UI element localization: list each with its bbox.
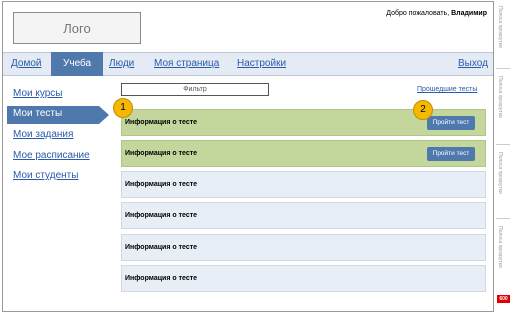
logo-text: Лого: [63, 20, 91, 36]
test-row[interactable]: Информация о тесте: [121, 202, 486, 229]
welcome-message: Добро пожаловать, Владимир: [386, 10, 487, 17]
scrollbar-label: Полоса прокрутки: [497, 76, 503, 118]
username: Владимир: [451, 10, 487, 17]
nav-item-people[interactable]: Люди: [109, 53, 134, 75]
test-row[interactable]: Информация о тесте: [121, 234, 486, 261]
annotation-badge-1: 1: [113, 98, 133, 118]
logout-link[interactable]: Выход: [458, 53, 488, 75]
top-nav: Домой Учеба Люди Моя страница Настройки …: [3, 52, 493, 76]
past-tests-link[interactable]: Прошедшие тесты: [417, 86, 477, 93]
sidebar-active-arrow: [99, 106, 109, 124]
sidebar-item-my-schedule[interactable]: Мое расписание: [13, 150, 90, 161]
take-test-button[interactable]: Пройти тест: [427, 147, 475, 161]
sidebar-item-my-students[interactable]: Мои студенты: [13, 170, 78, 181]
scrollbar-label: Полоса прокрутки: [497, 6, 503, 48]
nav-item-home[interactable]: Домой: [11, 53, 41, 75]
take-test-button[interactable]: Пройти тест: [427, 116, 475, 130]
test-row[interactable]: Информация о тесте: [121, 265, 486, 292]
scrollbar-label: Полоса прокрутки: [497, 152, 503, 194]
scrollbar-divider: [496, 218, 510, 219]
sidebar-item-my-assignments[interactable]: Мои задания: [13, 129, 73, 140]
test-info-label: Информация о тесте: [125, 275, 198, 282]
test-info-label: Информация о тесте: [125, 119, 198, 126]
test-row[interactable]: Информация о тесте: [121, 171, 486, 198]
sidebar-item-my-tests-label: Мои тесты: [13, 108, 63, 119]
nav-item-study[interactable]: Учеба: [51, 52, 104, 76]
nav-item-settings[interactable]: Настройки: [237, 53, 286, 75]
scrollbar-divider: [496, 68, 510, 69]
test-info-label: Информация о тесте: [125, 150, 198, 157]
scrollbar-divider: [496, 144, 510, 145]
nav-item-my-page[interactable]: Моя страница: [154, 53, 219, 75]
test-info-label: Информация о тесте: [125, 181, 198, 188]
test-info-label: Информация о тесте: [125, 212, 198, 219]
scrollbar-label: Полоса прокрутки: [497, 226, 503, 268]
welcome-prefix: Добро пожаловать,: [386, 10, 450, 17]
sidebar-item-my-courses[interactable]: Мои курсы: [13, 88, 63, 99]
logo[interactable]: Лого: [13, 12, 141, 44]
test-info-label: Информация о тесте: [125, 244, 198, 251]
corner-badge: 600: [497, 295, 510, 303]
app-frame: Лого Добро пожаловать, Владимир Домой Уч…: [2, 1, 494, 312]
test-row[interactable]: Информация о тесте Пройти тест: [121, 140, 486, 167]
annotation-badge-2: 2: [413, 100, 433, 120]
filter-input[interactable]: Фильтр: [121, 83, 269, 96]
